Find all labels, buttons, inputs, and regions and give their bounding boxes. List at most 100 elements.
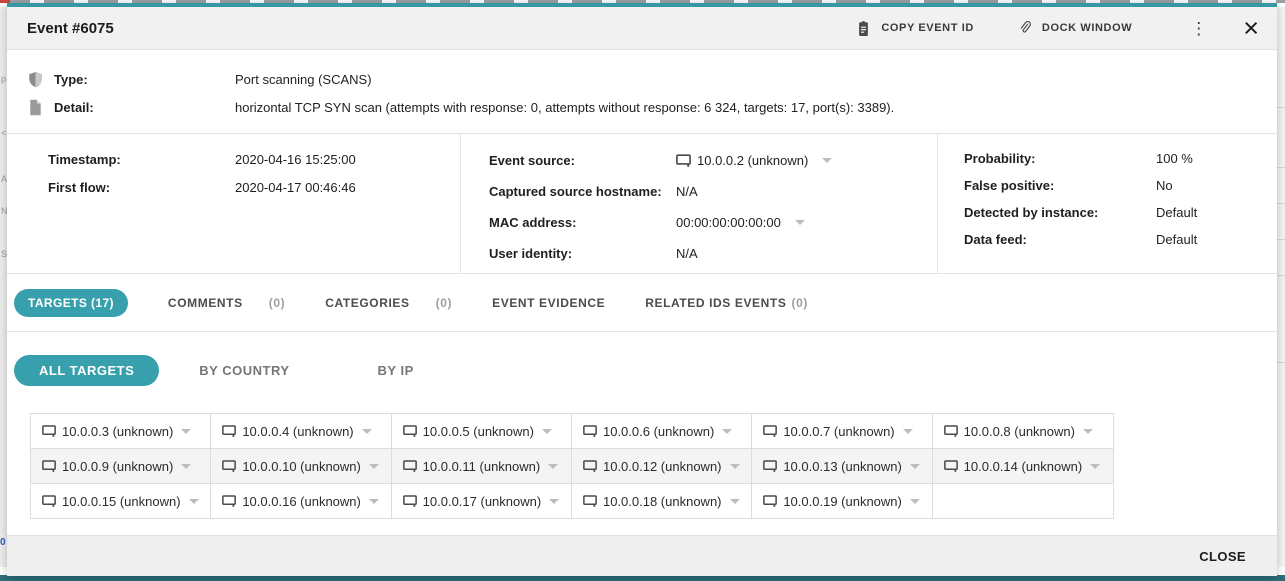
target-cell-empty: [933, 484, 1113, 518]
tab-event-evidence[interactable]: EVENT EVIDENCE: [492, 296, 605, 310]
subtab-all-targets[interactable]: ALL TARGETS: [14, 355, 159, 386]
target-ip: 10.0.0.3 (unknown): [62, 424, 173, 439]
chevron-down-icon[interactable]: [369, 464, 379, 469]
target-cell[interactable]: 10.0.0.6 (unknown): [572, 414, 752, 448]
target-cell[interactable]: 10.0.0.11 (unknown): [392, 449, 572, 483]
dialog-footer: CLOSE: [7, 535, 1277, 576]
monitor-icon: [583, 460, 597, 472]
target-cell[interactable]: 10.0.0.15 (unknown): [31, 484, 211, 518]
chevron-down-icon[interactable]: [189, 499, 199, 504]
target-cell[interactable]: 10.0.0.8 (unknown): [933, 414, 1113, 448]
close-button[interactable]: CLOSE: [1195, 543, 1250, 570]
data-feed-value: Default: [1156, 232, 1197, 247]
target-ip: 10.0.0.19 (unknown): [783, 494, 902, 509]
tab-related-ids-count: (0): [791, 296, 807, 310]
targets-subtabs: ALL TARGETS BY COUNTRY BY IP: [7, 332, 1277, 386]
event-source-label: Event source:: [489, 153, 676, 168]
target-cell[interactable]: 10.0.0.16 (unknown): [211, 484, 391, 518]
false-positive-label: False positive:: [964, 178, 1156, 193]
target-cell[interactable]: 10.0.0.14 (unknown): [933, 449, 1113, 483]
first-flow-row: First flow: 2020-04-17 00:46:46: [48, 173, 460, 201]
chevron-down-icon[interactable]: [369, 499, 379, 504]
dialog-header: Event #6075 COPY EVENT ID: [7, 7, 1277, 50]
chevron-down-icon[interactable]: [542, 429, 552, 434]
target-cell[interactable]: 10.0.0.4 (unknown): [211, 414, 391, 448]
chevron-down-icon[interactable]: [910, 464, 920, 469]
tab-related-ids-label: RELATED IDS EVENTS: [645, 296, 786, 310]
chevron-down-icon[interactable]: [181, 464, 191, 469]
tab-categories-count: (0): [436, 296, 452, 310]
chevron-down-icon[interactable]: [730, 499, 740, 504]
chevron-down-icon[interactable]: [1090, 464, 1100, 469]
target-cell[interactable]: 10.0.0.19 (unknown): [752, 484, 932, 518]
tab-event-evidence-label: EVENT EVIDENCE: [492, 296, 605, 310]
monitor-icon: [583, 495, 597, 507]
target-cell[interactable]: 10.0.0.7 (unknown): [752, 414, 932, 448]
chevron-down-icon[interactable]: [181, 429, 191, 434]
user-identity-row: User identity: N/A: [489, 238, 937, 269]
monitor-icon: [42, 460, 56, 472]
chevron-down-icon[interactable]: [730, 464, 740, 469]
target-ip: 10.0.0.6 (unknown): [603, 424, 714, 439]
chevron-down-icon[interactable]: [903, 429, 913, 434]
targets-row: 10.0.0.3 (unknown) 10.0.0.4 (unknown) 10…: [31, 414, 1113, 448]
captured-hostname-value: N/A: [676, 184, 698, 199]
event-summary: Type: Port scanning (SCANS) Detail: hori…: [7, 50, 1277, 133]
target-cell[interactable]: 10.0.0.12 (unknown): [572, 449, 752, 483]
target-cell[interactable]: 10.0.0.5 (unknown): [392, 414, 572, 448]
chevron-down-icon[interactable]: [910, 499, 920, 504]
event-source-row: Event source: 10.0.0.2 (unknown): [489, 145, 937, 176]
captured-hostname-row: Captured source hostname: N/A: [489, 176, 937, 207]
target-cell[interactable]: 10.0.0.17 (unknown): [392, 484, 572, 518]
monitor-icon: [403, 495, 417, 507]
target-ip: 10.0.0.16 (unknown): [242, 494, 361, 509]
subtab-by-ip[interactable]: BY IP: [378, 363, 414, 378]
target-cell[interactable]: 10.0.0.3 (unknown): [31, 414, 211, 448]
dock-window-button[interactable]: DOCK WINDOW: [1018, 19, 1132, 37]
chevron-down-icon[interactable]: [722, 429, 732, 434]
timestamp-value: 2020-04-16 15:25:00: [235, 152, 356, 167]
shield-icon: [27, 71, 44, 88]
event-source-value[interactable]: 10.0.0.2 (unknown): [697, 153, 808, 168]
data-feed-label: Data feed:: [964, 232, 1156, 247]
type-value: Port scanning (SCANS): [235, 72, 372, 87]
subtab-by-country[interactable]: BY COUNTRY: [199, 363, 289, 378]
target-cell[interactable]: 10.0.0.9 (unknown): [31, 449, 211, 483]
monitor-icon: [676, 154, 691, 167]
chevron-down-icon[interactable]: [549, 499, 559, 504]
user-identity-value: N/A: [676, 246, 698, 261]
target-ip: 10.0.0.15 (unknown): [62, 494, 181, 509]
copy-event-id-button[interactable]: COPY EVENT ID: [856, 20, 974, 37]
chevron-down-icon[interactable]: [362, 429, 372, 434]
target-cell[interactable]: 10.0.0.10 (unknown): [211, 449, 391, 483]
target-cell[interactable]: 10.0.0.13 (unknown): [752, 449, 932, 483]
chevron-down-icon[interactable]: [822, 158, 832, 163]
mac-address-row: MAC address: 00:00:00:00:00:00: [489, 207, 937, 238]
first-flow-value: 2020-04-17 00:46:46: [235, 180, 356, 195]
background-right-strip: [1276, 7, 1285, 567]
mac-address-value[interactable]: 00:00:00:00:00:00: [676, 215, 781, 230]
mac-address-label: MAC address:: [489, 215, 676, 230]
monitor-icon: [944, 460, 958, 472]
target-ip: 10.0.0.9 (unknown): [62, 459, 173, 474]
close-icon[interactable]: ×: [1243, 15, 1259, 42]
chevron-down-icon[interactable]: [1083, 429, 1093, 434]
chevron-down-icon[interactable]: [795, 220, 805, 225]
monitor-icon: [42, 495, 56, 507]
target-ip: 10.0.0.4 (unknown): [242, 424, 353, 439]
target-ip: 10.0.0.14 (unknown): [964, 459, 1083, 474]
probability-value: 100 %: [1156, 151, 1193, 166]
header-actions: COPY EVENT ID DOCK WINDOW ⋮ ×: [812, 15, 1259, 42]
tab-related-ids-events[interactable]: RELATED IDS EVENTS (0): [645, 296, 808, 310]
monitor-icon: [222, 495, 236, 507]
target-cell[interactable]: 10.0.0.18 (unknown): [572, 484, 752, 518]
dialog-tabs: TARGETS (17) COMMENTS (0) CATEGORIES (0)…: [7, 274, 1277, 332]
more-options-kebab-icon[interactable]: ⋮: [1184, 18, 1213, 39]
tab-comments[interactable]: COMMENTS (0): [168, 296, 285, 310]
event-detail-dialog: Event #6075 COPY EVENT ID: [7, 3, 1277, 576]
timestamp-row: Timestamp: 2020-04-16 15:25:00: [48, 145, 460, 173]
tab-comments-label: COMMENTS: [168, 296, 243, 310]
tab-categories[interactable]: CATEGORIES (0): [325, 296, 452, 310]
tab-targets[interactable]: TARGETS (17): [14, 289, 128, 317]
chevron-down-icon[interactable]: [548, 464, 558, 469]
